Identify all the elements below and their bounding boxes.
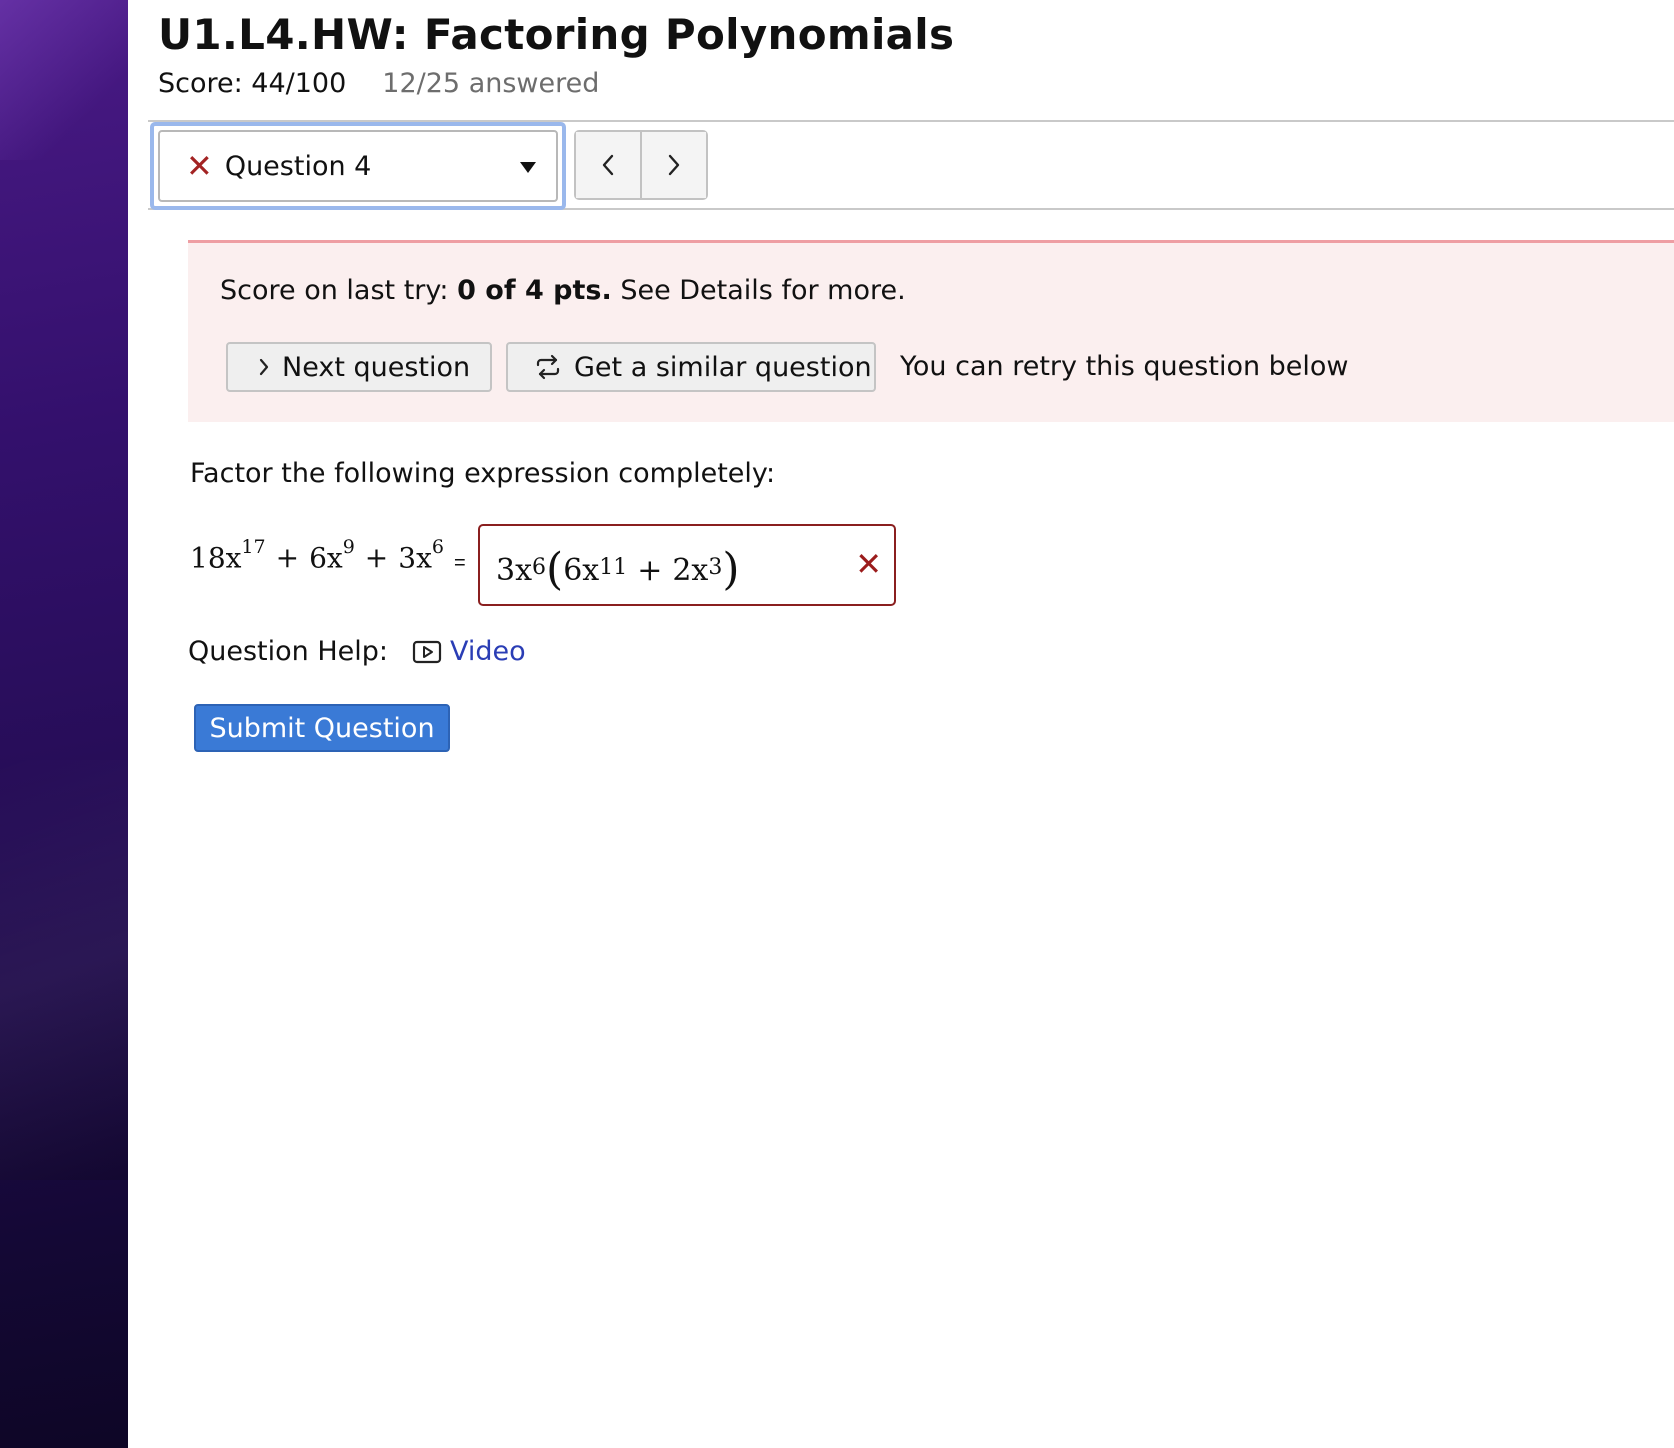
last-try-message: Score on last try: 0 of 4 pts. See Detai… (220, 275, 906, 306)
similar-question-button[interactable]: Get a similar question (506, 342, 876, 392)
submit-question-button[interactable]: Submit Question (194, 704, 450, 752)
video-play-icon (412, 640, 442, 664)
next-question-button[interactable]: Next question (226, 342, 492, 392)
term-2: 6x9 (309, 536, 355, 575)
last-try-alert: Score on last try: 0 of 4 pts. See Detai… (188, 240, 1674, 422)
term-3: 3x6 (398, 536, 444, 575)
term-1: 18x17 (190, 536, 266, 575)
question-help-label: Question Help: (188, 636, 388, 667)
answered-count: 12/25 answered (382, 68, 600, 99)
question-select-box[interactable]: ✕ Question 4 (158, 130, 558, 202)
video-help-link[interactable]: Video (412, 636, 526, 667)
retry-hint: You can retry this question below (900, 351, 1349, 382)
x-mark-icon: ✕ (186, 147, 213, 185)
plus-sign: + (364, 541, 389, 575)
page-title: U1.L4.HW: Factoring Polynomials (158, 10, 955, 59)
last-try-suffix: See Details for more. (611, 275, 906, 306)
chevron-right-icon (258, 357, 270, 377)
wrong-x-icon: ✕ (855, 545, 882, 583)
chevron-right-icon (668, 154, 680, 176)
last-try-prefix: Score on last try: (220, 275, 458, 306)
question-select[interactable]: ✕ Question 4 (150, 122, 566, 210)
score-summary: Score: 44/100 12/25 answered (158, 68, 599, 99)
assignment-score: Score: 44/100 (158, 68, 347, 99)
equals-sign: = (454, 552, 466, 574)
swap-arrows-icon (534, 353, 562, 381)
previous-question-button[interactable] (576, 132, 640, 198)
next-question-arrow-button[interactable] (640, 132, 706, 198)
video-link-label: Video (450, 636, 526, 667)
chevron-left-icon (602, 154, 614, 176)
plus-sign: + (275, 541, 300, 575)
answer-input[interactable]: 3x 6(6x 11 +2x 3) ✕ (478, 524, 896, 606)
next-question-label: Next question (282, 351, 471, 383)
sidebar-background (0, 0, 128, 1448)
question-prompt: Factor the following expression complete… (190, 458, 776, 489)
similar-question-label: Get a similar question (574, 351, 872, 383)
answer-value: 3x 6(6x 11 +2x 3) (496, 544, 740, 595)
question-help: Question Help: Video (188, 636, 526, 667)
question-pager (574, 130, 708, 200)
polynomial-expression: 18x17 + 6x9 + 3x6 (190, 536, 444, 575)
last-try-score: 0 of 4 pts. (457, 275, 612, 306)
question-select-label: Question 4 (224, 150, 372, 182)
chevron-down-icon (520, 162, 536, 173)
